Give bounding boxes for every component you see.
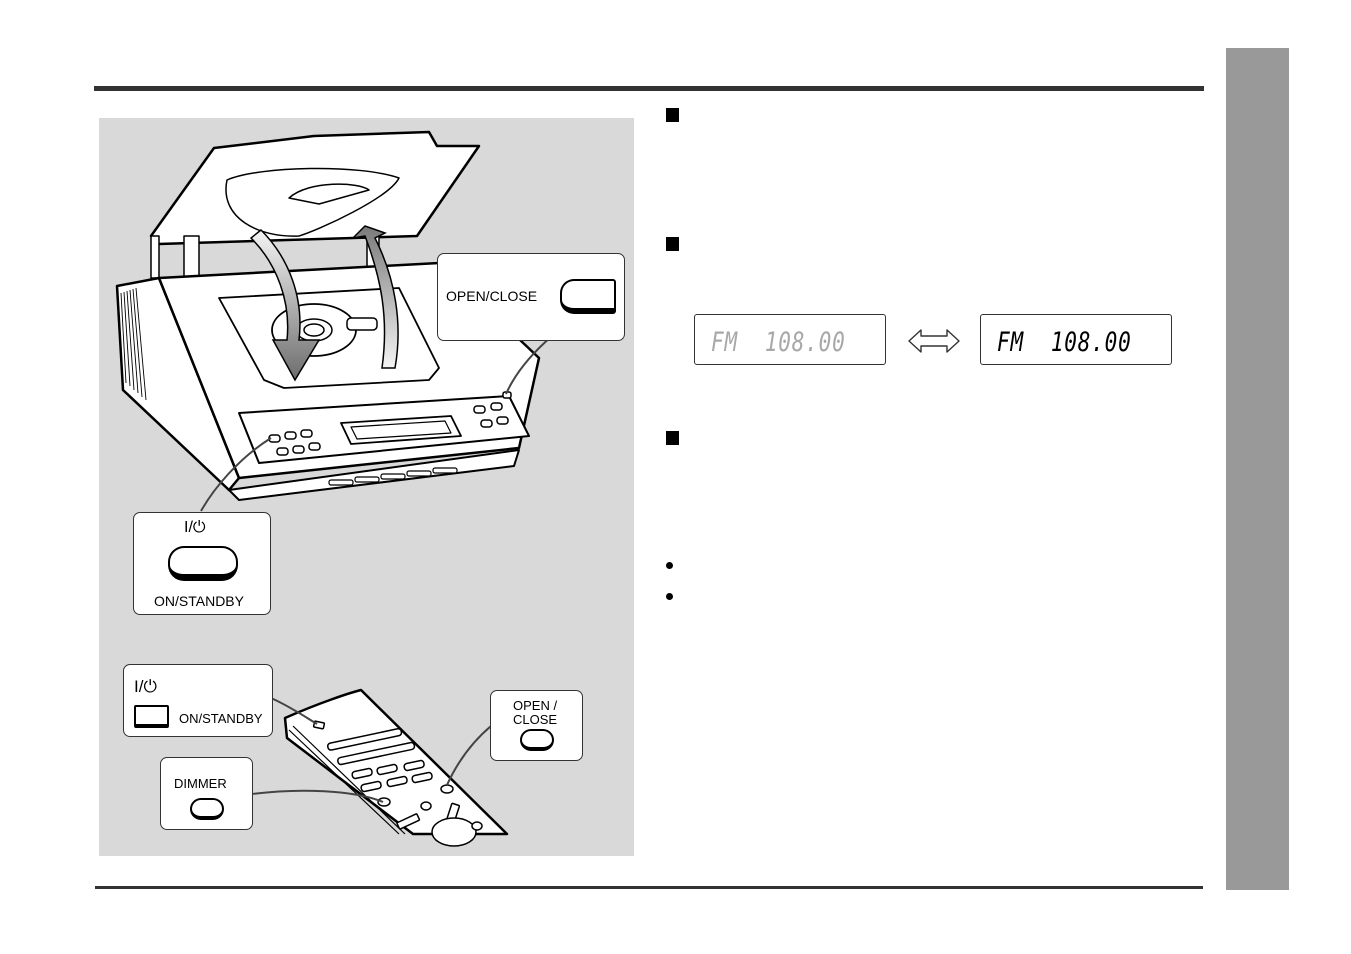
remote-on-standby-label: ON/STANDBY [179, 711, 263, 726]
section-bullet-2 [666, 237, 679, 251]
display-bright: FM 108.00 [980, 314, 1172, 365]
remote-open-close-button [440, 784, 454, 794]
remote-body [283, 688, 509, 836]
dimmer-button[interactable] [190, 798, 224, 820]
header-rule [94, 86, 1204, 91]
remote-power-button-large[interactable] [134, 705, 169, 728]
double-arrow-icon [908, 329, 960, 353]
remote-open-close-button-large[interactable] [520, 729, 554, 751]
remote-illustration [283, 688, 509, 847]
section-bullet-3 [666, 431, 679, 445]
open-close-label: OPEN/CLOSE [446, 288, 538, 304]
footer-rule [95, 886, 1203, 889]
remote-open-label: OPEN / [513, 698, 558, 713]
remote-close-label: CLOSE [513, 712, 558, 727]
open-close-button[interactable] [560, 279, 616, 314]
figure-panel: OPEN/CLOSE I/⏻ ON/STANDBY I/⏻ ON/STANDBY… [99, 118, 634, 856]
display-bright-text: FM 108.00 [997, 327, 1132, 358]
power-callout: I/⏻ ON/STANDBY [133, 512, 271, 615]
note-bullet-2 [666, 593, 673, 600]
display-dimmed-text: FM 108.00 [711, 327, 846, 358]
power-symbol: I/⏻ [184, 519, 206, 536]
power-button[interactable] [168, 546, 238, 581]
remote-open-close-callout: OPEN / CLOSE [490, 690, 583, 761]
display-dimmed: FM 108.00 [694, 314, 886, 365]
open-close-callout: OPEN/CLOSE [437, 253, 625, 341]
on-standby-label: ON/STANDBY [154, 593, 244, 609]
dimmer-callout: DIMMER [160, 757, 253, 830]
remote-dimmer-button [377, 797, 391, 807]
chapter-side-tab [1226, 48, 1289, 890]
section-bullet-1 [666, 108, 679, 122]
remote-power-symbol: I/⏻ [134, 677, 157, 696]
leader-line-remote-open-close [446, 725, 492, 786]
remote-power-callout: I/⏻ ON/STANDBY [123, 664, 273, 737]
dimmer-label: DIMMER [174, 776, 227, 791]
note-bullet-1 [666, 562, 673, 569]
